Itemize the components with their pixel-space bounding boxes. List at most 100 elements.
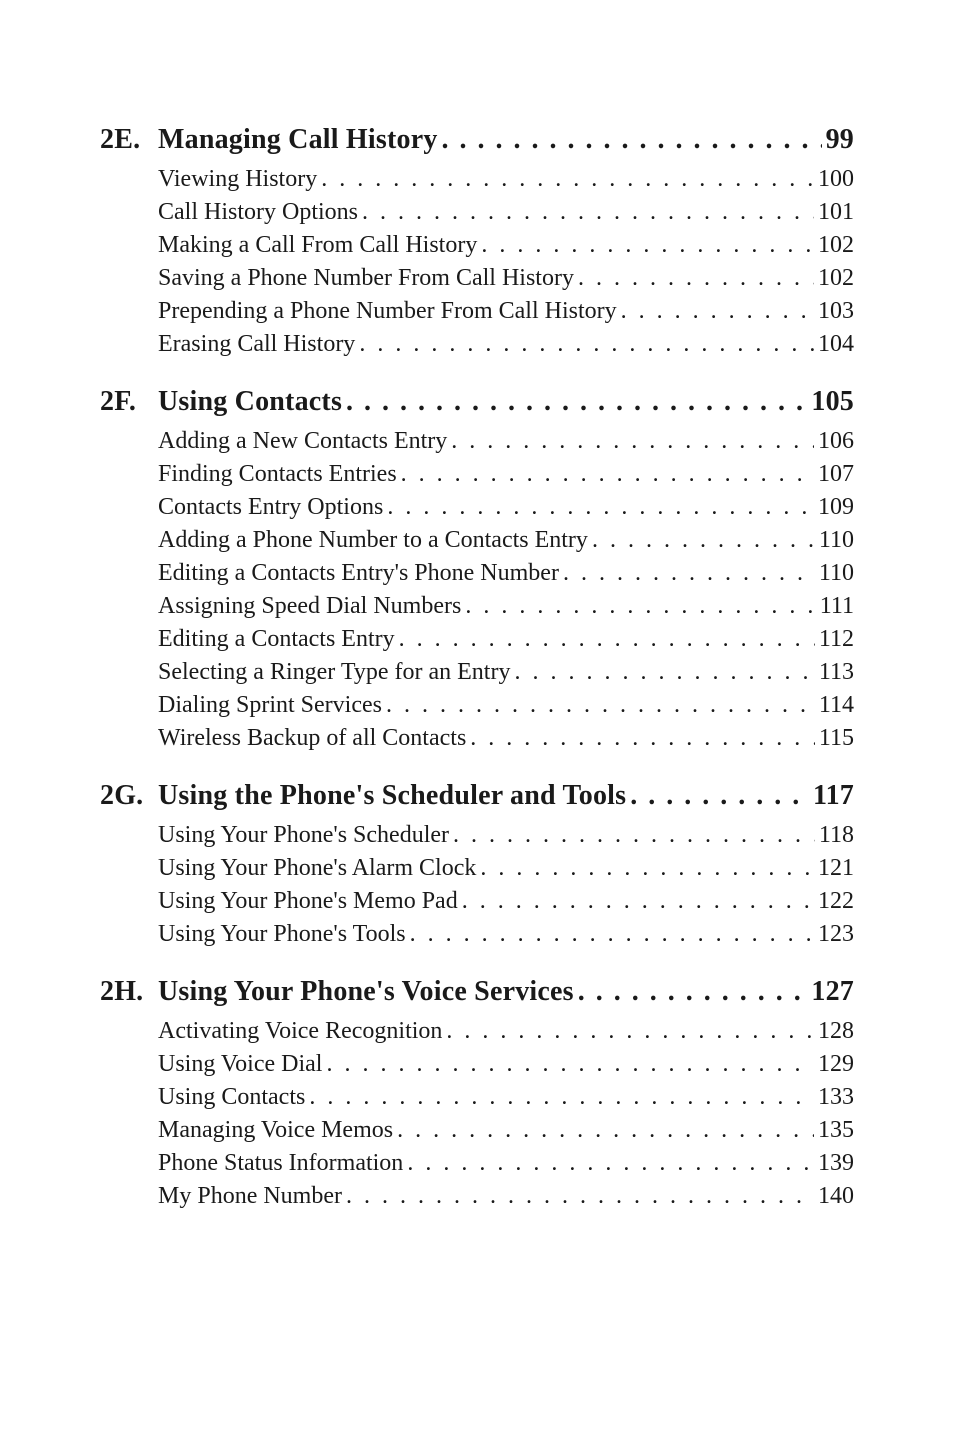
entry-label: Finding Contacts Entries	[158, 461, 397, 488]
entry-label: Call History Options	[158, 199, 358, 226]
leader-dots: . . . . . . . . . . . . . . . . . . . . …	[407, 1150, 814, 1177]
section-code: 2H.	[100, 976, 158, 1008]
section-page: 99	[826, 124, 854, 156]
entry-page: 104	[818, 331, 854, 358]
entry-page: 122	[818, 888, 854, 915]
leader-dots: . . . . . . . . . . . . . . . . . . . . …	[309, 1084, 814, 1111]
entry-label: Managing Voice Memos	[158, 1117, 393, 1144]
entry-label: Using Your Phone's Tools	[158, 921, 406, 948]
section-page: 127	[811, 976, 854, 1008]
entry-label: Viewing History	[158, 166, 317, 193]
leader-dots: . . . . . . . . . . . . . . . . . . . . …	[397, 1117, 814, 1144]
section-code: 2G.	[100, 780, 158, 812]
toc-entry: My Phone Number . . . . . . . . . . . . …	[158, 1183, 854, 1210]
toc-entry: Using Your Phone's Memo Pad . . . . . . …	[158, 888, 854, 915]
entry-page: 111	[820, 593, 854, 620]
section-code: 2E.	[100, 124, 158, 156]
toc-section-heading: 2G.Using the Phone's Scheduler and Tools…	[100, 780, 854, 812]
toc-entry: Dialing Sprint Services . . . . . . . . …	[158, 692, 854, 719]
toc-entry: Editing a Contacts Entry . . . . . . . .…	[158, 626, 854, 653]
entry-page: 100	[818, 166, 854, 193]
entry-page: 101	[818, 199, 854, 226]
section-title: Using Your Phone's Voice Services	[158, 976, 574, 1008]
toc-entry: Using Contacts . . . . . . . . . . . . .…	[158, 1084, 854, 1111]
toc-section-heading: 2F.Using Contacts . . . . . . . . . . . …	[100, 386, 854, 418]
entry-label: Using Your Phone's Alarm Clock	[158, 855, 476, 882]
leader-dots: . . . . . . . . . . . . . . . . . . . . …	[481, 232, 814, 259]
toc-entry: Viewing History . . . . . . . . . . . . …	[158, 166, 854, 193]
toc-entry: Using Your Phone's Tools . . . . . . . .…	[158, 921, 854, 948]
entry-label: Using Your Phone's Memo Pad	[158, 888, 458, 915]
entry-label: Selecting a Ringer Type for an Entry	[158, 659, 510, 686]
leader-dots: . . . . . . . . . . . . . . . . . . . . …	[401, 461, 814, 488]
entry-label: Using Your Phone's Scheduler	[158, 822, 449, 849]
section-title: Using the Phone's Scheduler and Tools	[158, 780, 626, 812]
leader-dots: . . . . . . . . . . . . . . . . . . . . …	[470, 725, 815, 752]
entry-label: Assigning Speed Dial Numbers	[158, 593, 461, 620]
toc-entry: Adding a Phone Number to a Contacts Entr…	[158, 527, 854, 554]
entry-label: Prepending a Phone Number From Call Hist…	[158, 298, 617, 325]
entry-page: 112	[819, 626, 854, 653]
leader-dots: . . . . . . . . . . . . . . . . . . . . …	[592, 527, 815, 554]
toc-page: 2E.Managing Call History . . . . . . . .…	[0, 0, 954, 1296]
toc-entry: Erasing Call History . . . . . . . . . .…	[158, 331, 854, 358]
leader-dots: . . . . . . . . . . . . . . . . . . . . …	[362, 199, 814, 226]
entry-page: 109	[818, 494, 854, 521]
section-code: 2F.	[100, 386, 158, 418]
toc-section-heading: 2H.Using Your Phone's Voice Services . .…	[100, 976, 854, 1008]
entry-label: Dialing Sprint Services	[158, 692, 382, 719]
toc-entry: Using Voice Dial . . . . . . . . . . . .…	[158, 1051, 854, 1078]
entry-page: 106	[818, 428, 854, 455]
entry-page: 139	[818, 1150, 854, 1177]
toc-entry: Call History Options . . . . . . . . . .…	[158, 199, 854, 226]
leader-dots: . . . . . . . . . . . . . . . . . . . . …	[578, 265, 814, 292]
entry-page: 123	[818, 921, 854, 948]
toc-entry: Editing a Contacts Entry's Phone Number …	[158, 560, 854, 587]
leader-dots: . . . . . . . . . . . . . . . . . . . . …	[321, 166, 814, 193]
leader-dots: . . . . . . . . . . . . . . . . . . . . …	[386, 692, 815, 719]
entry-page: 113	[819, 659, 854, 686]
entry-label: Editing a Contacts Entry's Phone Number	[158, 560, 559, 587]
toc-section-heading: 2E.Managing Call History . . . . . . . .…	[100, 124, 854, 156]
section-page: 105	[811, 386, 854, 418]
entry-page: 121	[818, 855, 854, 882]
toc-entry: Using Your Phone's Alarm Clock . . . . .…	[158, 855, 854, 882]
toc-entry: Adding a New Contacts Entry . . . . . . …	[158, 428, 854, 455]
entry-page: 115	[819, 725, 854, 752]
entry-label: Saving a Phone Number From Call History	[158, 265, 574, 292]
leader-dots: . . . . . . . . . . . . . . . . . . . . …	[465, 593, 815, 620]
section-page: 117	[813, 780, 854, 812]
entry-page: 133	[818, 1084, 854, 1111]
leader-dots: . . . . . . . . . . . . . . . . . . . . …	[326, 1051, 814, 1078]
leader-dots: . . . . . . . . . . . . . . . . . . . . …	[514, 659, 814, 686]
leader-dots: . . . . . . . . . . . . . . . . . . . . …	[346, 1183, 814, 1210]
section-title: Managing Call History	[158, 124, 438, 156]
leader-dots: . . . . . . . . . . . . . . . . . . . . …	[442, 124, 822, 156]
toc-entry: Saving a Phone Number From Call History …	[158, 265, 854, 292]
entry-page: 135	[818, 1117, 854, 1144]
entry-label: Wireless Backup of all Contacts	[158, 725, 466, 752]
toc-entry: Managing Voice Memos . . . . . . . . . .…	[158, 1117, 854, 1144]
leader-dots: . . . . . . . . . . . . . . . . . . . . …	[346, 386, 807, 418]
section-title: Using Contacts	[158, 386, 342, 418]
entry-page: 118	[819, 822, 854, 849]
entry-page: 110	[819, 560, 854, 587]
toc-entry: Prepending a Phone Number From Call Hist…	[158, 298, 854, 325]
entry-page: 110	[819, 527, 854, 554]
entry-label: Using Voice Dial	[158, 1051, 322, 1078]
leader-dots: . . . . . . . . . . . . . . . . . . . . …	[563, 560, 815, 587]
entry-label: Using Contacts	[158, 1084, 305, 1111]
entry-page: 107	[818, 461, 854, 488]
entry-label: My Phone Number	[158, 1183, 342, 1210]
leader-dots: . . . . . . . . . . . . . . . . . . . . …	[453, 822, 815, 849]
entry-label: Contacts Entry Options	[158, 494, 383, 521]
leader-dots: . . . . . . . . . . . . . . . . . . . . …	[446, 1018, 814, 1045]
toc-entry: Phone Status Information . . . . . . . .…	[158, 1150, 854, 1177]
leader-dots: . . . . . . . . . . . . . . . . . . . . …	[359, 331, 814, 358]
entry-page: 102	[818, 232, 854, 259]
leader-dots: . . . . . . . . . . . . . . . . . . . . …	[480, 855, 814, 882]
toc-entry: Finding Contacts Entries . . . . . . . .…	[158, 461, 854, 488]
entry-page: 129	[818, 1051, 854, 1078]
leader-dots: . . . . . . . . . . . . . . . . . . . . …	[621, 298, 814, 325]
leader-dots: . . . . . . . . . . . . . . . . . . . . …	[630, 780, 809, 812]
